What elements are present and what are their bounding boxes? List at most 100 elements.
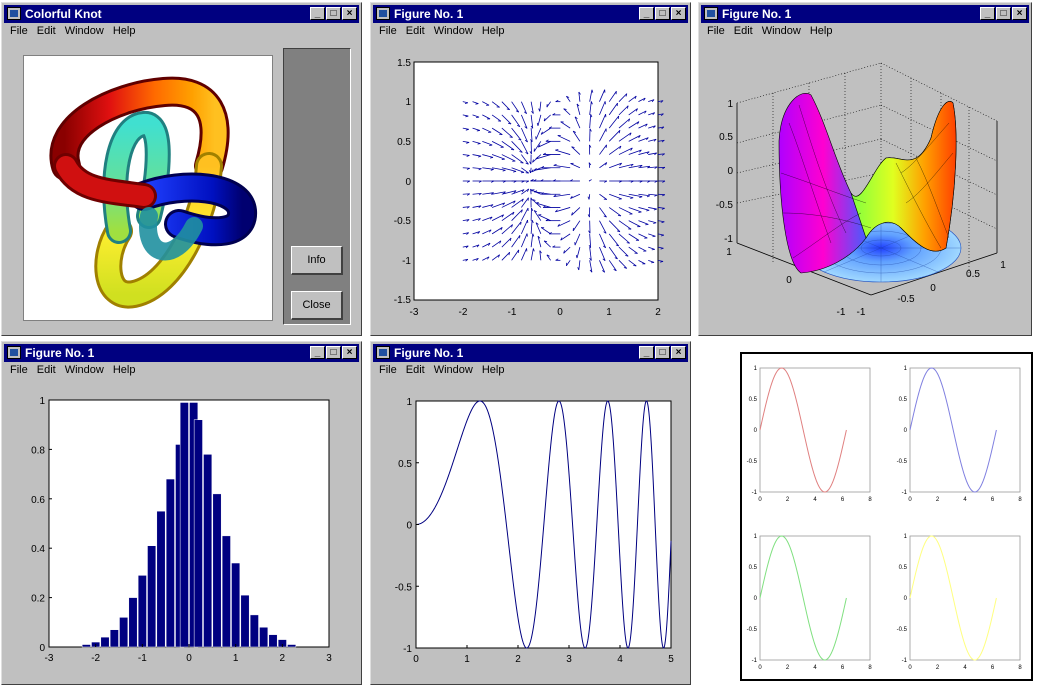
menu-window[interactable]: Window bbox=[434, 364, 473, 376]
maximize-icon[interactable]: □ bbox=[655, 346, 670, 359]
histogram-bar bbox=[203, 454, 213, 648]
menu-help[interactable]: Help bbox=[482, 364, 505, 376]
y-tick-label: -0.5 bbox=[897, 459, 908, 465]
x-tick: 0 bbox=[557, 307, 563, 318]
menu-file[interactable]: File bbox=[10, 364, 28, 376]
menu-window[interactable]: Window bbox=[65, 25, 104, 37]
histogram-bar bbox=[193, 419, 203, 648]
histogram-bar bbox=[119, 617, 129, 648]
histogram-titlebar[interactable]: Figure No. 1 _ □ × bbox=[4, 344, 359, 362]
quiver-arrow bbox=[657, 246, 664, 249]
minimize-icon[interactable]: _ bbox=[310, 346, 325, 359]
x-tick-label: 2 bbox=[786, 665, 790, 671]
menu-edit[interactable]: Edit bbox=[37, 364, 56, 376]
y-tick-label: -1 bbox=[902, 658, 908, 664]
y-tick: 0.5 bbox=[397, 137, 411, 148]
knot-titlebar[interactable]: Colorful Knot _ □ × bbox=[4, 5, 359, 23]
x-tick-label: 0 bbox=[908, 665, 912, 671]
subplot-axes bbox=[759, 535, 871, 661]
menu-edit[interactable]: Edit bbox=[406, 364, 425, 376]
x-tick: -2 bbox=[459, 307, 468, 318]
window-title: Figure No. 1 bbox=[394, 7, 464, 21]
x-tick-label: 6 bbox=[991, 665, 995, 671]
minimize-icon[interactable]: _ bbox=[980, 7, 995, 20]
z-tick: 0 bbox=[727, 166, 733, 177]
quiver-arrowhead bbox=[652, 235, 656, 238]
x-tick: 0.5 bbox=[966, 269, 980, 280]
close-icon[interactable]: × bbox=[671, 7, 686, 20]
x-tick-label: 8 bbox=[1018, 497, 1022, 503]
x-tick-label: 5 bbox=[668, 654, 674, 665]
x-tick-label: 4 bbox=[963, 665, 967, 671]
close-icon[interactable]: × bbox=[1012, 7, 1027, 20]
y-tick-label: -0.5 bbox=[747, 627, 758, 633]
quiver-plot: 1.5 1 0.5 0 -0.5 -1 -1.5 -3 -2 -1 0 1 2 bbox=[394, 58, 666, 318]
x-tick-label: -3 bbox=[45, 653, 54, 664]
y-tick: -1 bbox=[837, 307, 846, 318]
maximize-icon[interactable]: □ bbox=[326, 346, 341, 359]
histogram-bar bbox=[259, 626, 269, 648]
minimize-icon[interactable]: _ bbox=[639, 7, 654, 20]
menu-file[interactable]: File bbox=[379, 25, 397, 37]
y-tick-label: 1 bbox=[406, 397, 412, 408]
quiver-titlebar[interactable]: Figure No. 1 _ □ × bbox=[373, 5, 688, 23]
maximize-icon[interactable]: □ bbox=[996, 7, 1011, 20]
y-tick-label: 0 bbox=[754, 596, 758, 602]
close-icon[interactable]: × bbox=[342, 7, 357, 20]
close-icon[interactable]: × bbox=[342, 346, 357, 359]
maximize-icon[interactable]: □ bbox=[655, 7, 670, 20]
y-tick: 1 bbox=[405, 97, 411, 108]
histogram-bar bbox=[100, 636, 110, 648]
close-button[interactable]: Close bbox=[291, 291, 343, 320]
histogram-chart: -3 -2 -1 0 1 2 3 0 0.2 0.4 0.6 0.8 1 bbox=[31, 396, 332, 664]
minimize-icon[interactable]: _ bbox=[310, 7, 325, 20]
menu-file[interactable]: File bbox=[707, 25, 725, 37]
x-tick-label: 4 bbox=[963, 497, 967, 503]
menu-edit[interactable]: Edit bbox=[406, 25, 425, 37]
y-tick-label: 0.5 bbox=[398, 459, 412, 470]
menubar: File Edit Window Help bbox=[379, 25, 513, 41]
quiver-arrowhead bbox=[661, 207, 665, 210]
histogram-bar bbox=[179, 402, 189, 648]
menu-help[interactable]: Help bbox=[482, 25, 505, 37]
info-button[interactable]: Info bbox=[291, 246, 343, 275]
x-tick-label: 2 bbox=[280, 653, 286, 664]
surface-window: Figure No. 1 _□× File Edit Window Help bbox=[698, 2, 1032, 336]
x-tick-label: 3 bbox=[326, 653, 332, 664]
histogram-window: Figure No. 1 _ □ × File Edit Window Help -3 -2… bbox=[1, 341, 362, 685]
histogram-bar bbox=[240, 594, 250, 648]
histogram-bar bbox=[268, 634, 278, 648]
menu-edit[interactable]: Edit bbox=[37, 25, 56, 37]
sine-titlebar[interactable]: Figure No. 1 _ □ × bbox=[373, 344, 688, 362]
x-tick: -0.5 bbox=[897, 294, 915, 305]
close-icon[interactable]: × bbox=[671, 346, 686, 359]
menu-help[interactable]: Help bbox=[810, 25, 833, 37]
y-tick-label: 0 bbox=[904, 428, 908, 434]
y-tick-label: 1 bbox=[39, 396, 45, 407]
x-tick-label: 2 bbox=[515, 654, 521, 665]
menu-window[interactable]: Window bbox=[762, 25, 801, 37]
maximize-icon[interactable]: □ bbox=[326, 7, 341, 20]
y-tick-label: -0.5 bbox=[395, 582, 413, 593]
menu-window[interactable]: Window bbox=[65, 364, 104, 376]
y-tick-label: -1 bbox=[752, 658, 758, 664]
matlab-app-icon bbox=[7, 346, 21, 359]
x-tick-label: 0 bbox=[413, 654, 419, 665]
menu-file[interactable]: File bbox=[10, 25, 28, 37]
z-tick: -0.5 bbox=[716, 200, 734, 211]
menu-help[interactable]: Help bbox=[113, 364, 136, 376]
y-tick: -0.5 bbox=[394, 216, 412, 227]
window-title: Figure No. 1 bbox=[25, 346, 95, 360]
x-tick: 1 bbox=[606, 307, 612, 318]
histogram-bar bbox=[287, 644, 297, 648]
surface-titlebar[interactable]: Figure No. 1 _ □ × bbox=[701, 5, 1029, 23]
menu-help[interactable]: Help bbox=[113, 25, 136, 37]
y-tick: 1 bbox=[726, 247, 732, 258]
menu-edit[interactable]: Edit bbox=[734, 25, 753, 37]
x-tick-label: 6 bbox=[991, 497, 995, 503]
y-tick-label: -1 bbox=[902, 490, 908, 496]
menu-window[interactable]: Window bbox=[434, 25, 473, 37]
quiver-arrowhead bbox=[660, 234, 665, 237]
menu-file[interactable]: File bbox=[379, 364, 397, 376]
minimize-icon[interactable]: _ bbox=[639, 346, 654, 359]
